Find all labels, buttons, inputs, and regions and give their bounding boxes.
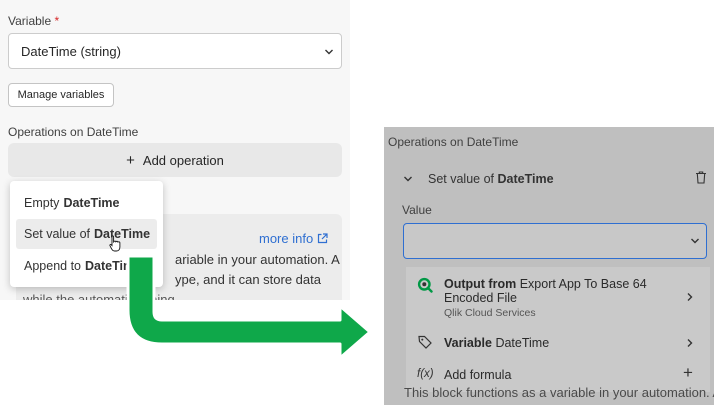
add-operation-button[interactable]: + Add operation — [8, 143, 342, 177]
chevron-down-icon[interactable] — [403, 174, 413, 184]
add-operation-label: Add operation — [142, 152, 224, 168]
info-description-line: ype, and it can store data — [175, 272, 321, 287]
info-description-line: ariable in your automation. A — [175, 252, 340, 267]
menu-item-prefix: Append to — [24, 259, 81, 273]
menu-item-set-value[interactable]: Set value of DateTime — [16, 219, 157, 249]
chevron-right-icon — [687, 293, 693, 301]
left-panel: Variable * DateTime (string) Manage vari… — [0, 0, 350, 300]
chevron-down-icon — [325, 49, 333, 55]
trash-icon[interactable] — [695, 171, 707, 184]
variable-label: Variable * — [8, 14, 59, 28]
operations-label: Operations on DateTime — [388, 135, 519, 149]
chevron-right-icon — [687, 339, 693, 347]
variable-select-value: DateTime (string) — [21, 44, 121, 59]
variable-label: Variable — [444, 336, 492, 350]
menu-item-prefix: Empty — [24, 196, 60, 210]
menu-row-variable[interactable]: Variable DateTime — [406, 329, 710, 357]
required-mark: * — [54, 14, 60, 28]
output-block-name: Export App To Base 64 — [519, 277, 647, 291]
operation-header[interactable]: Set value of DateTime — [392, 165, 712, 191]
menu-item-append[interactable]: Append to DateTime — [16, 251, 157, 281]
operation-header-title: Set value of DateTime — [428, 172, 554, 186]
output-label: Output from — [444, 277, 517, 291]
menu-row-output[interactable]: Output from Export App To Base 64 Encode… — [406, 267, 710, 323]
qlik-logo-icon — [417, 277, 433, 293]
menu-item-variable: DateTime — [63, 196, 120, 210]
plus-icon: + — [683, 363, 693, 382]
hand-cursor-icon — [109, 235, 121, 252]
chevron-down-icon[interactable] — [690, 236, 700, 246]
variable-name: DateTime — [495, 336, 550, 350]
info-description-line: while the automati running — [23, 292, 175, 300]
variable-title: Variable DateTime — [444, 336, 549, 350]
menu-item-variable: DateTime — [94, 227, 151, 241]
variable-select[interactable]: DateTime (string) — [8, 33, 342, 69]
manage-variables-button[interactable]: Manage variables — [8, 83, 114, 107]
manage-variables-label: Manage variables — [17, 89, 105, 101]
tag-icon — [418, 335, 432, 349]
operation-header-prefix: Set value of — [428, 172, 495, 186]
value-input[interactable] — [403, 223, 707, 259]
value-label: Value — [402, 203, 432, 217]
function-icon: f(x) — [417, 368, 434, 380]
external-link-icon[interactable] — [317, 233, 328, 244]
value-menu: Output from Export App To Base 64 Encode… — [406, 267, 710, 392]
output-title: Output from Export App To Base 64 — [444, 277, 647, 291]
block-description: This block functions as a variable in yo… — [404, 385, 714, 400]
menu-item-empty[interactable]: Empty DateTime — [16, 188, 157, 218]
output-block-name-cont: Encoded File — [444, 291, 517, 305]
output-connector: Qlik Cloud Services — [444, 307, 536, 319]
operation-menu: Empty DateTime Set value of DateTime Appen… — [10, 181, 163, 287]
variable-label-text: Variable — [8, 14, 52, 28]
plus-icon: + — [126, 151, 135, 169]
operations-label: Operations on DateTime — [8, 125, 139, 139]
menu-item-variable: DateTime — [85, 259, 142, 273]
menu-item-prefix: Set value of — [24, 227, 91, 241]
right-panel: Operations on DateTime Set value of Date… — [384, 127, 714, 405]
operation-header-variable: DateTime — [497, 172, 554, 186]
formula-label: Add formula — [444, 368, 512, 382]
more-info-link[interactable]: more info — [259, 231, 313, 246]
